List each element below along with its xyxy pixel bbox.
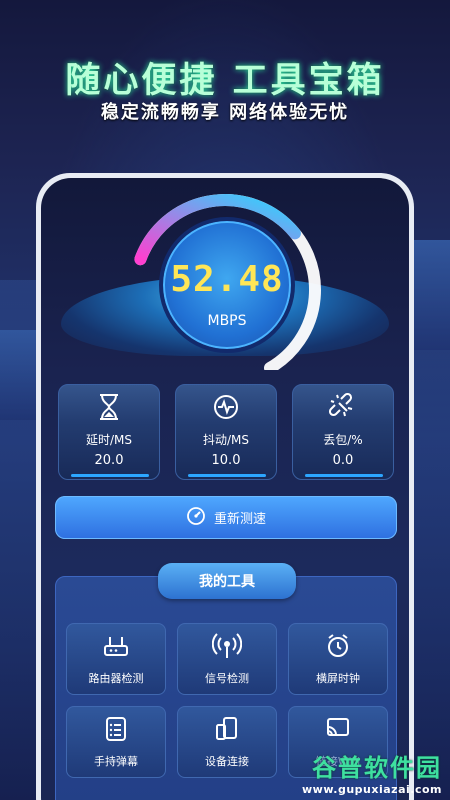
phone-frame: 52.48 MBPS 延时/MS 20.0 抖动/MS 10.0 丢包/% 0.… <box>36 173 414 800</box>
tool-label: 路由器检测 <box>88 672 144 685</box>
stats-row: 延时/MS 20.0 抖动/MS 10.0 丢包/% 0.0 <box>58 384 394 480</box>
stat-label: 抖动/MS <box>202 433 249 447</box>
tool-label: 信号检测 <box>205 672 249 685</box>
stat-bar <box>71 474 149 477</box>
broken-link-icon <box>293 392 393 421</box>
tool-signal-check[interactable]: 信号检测 <box>177 623 277 695</box>
promo-subline: 稳定流畅畅享 网络体验无忧 <box>100 102 350 123</box>
tool-label: 横屏时钟 <box>316 672 360 685</box>
speed-value: 52.48 <box>170 259 284 300</box>
app-screen: 52.48 MBPS 延时/MS 20.0 抖动/MS 10.0 丢包/% 0.… <box>41 178 409 800</box>
alarm-clock-icon <box>289 632 387 660</box>
signal-icon <box>178 632 276 660</box>
retest-label: 重新测速 <box>213 512 266 527</box>
tool-router-check[interactable]: 路由器检测 <box>66 623 166 695</box>
tool-device-connect[interactable]: 设备连接 <box>177 706 277 778</box>
tools-title: 我的工具 <box>158 563 296 599</box>
watermark-title: 谷普软件园 <box>312 754 442 782</box>
cast-icon <box>289 715 387 743</box>
speed-display: 52.48 MBPS <box>159 217 295 353</box>
tool-label: 手持弹幕 <box>94 755 138 768</box>
speedometer-icon <box>186 506 206 530</box>
tool-handheld-marquee[interactable]: 手持弹幕 <box>66 706 166 778</box>
stat-packet-loss: 丢包/% 0.0 <box>292 384 394 480</box>
stat-bar <box>305 474 383 477</box>
speed-unit: MBPS <box>207 313 247 329</box>
tool-label: 设备连接 <box>205 755 249 768</box>
stat-value: 20.0 <box>94 453 124 468</box>
list-icon <box>67 715 165 743</box>
stat-label: 延时/MS <box>85 433 132 447</box>
stat-value: 0.0 <box>332 453 354 468</box>
jitter-icon <box>176 393 276 421</box>
watermark-url: www.gupuxiazai.com <box>302 783 442 796</box>
stat-label: 丢包/% <box>323 433 363 447</box>
watermark: 谷普软件园 www.gupuxiazai.com <box>302 748 442 796</box>
stat-latency: 延时/MS 20.0 <box>58 384 160 480</box>
tool-landscape-clock[interactable]: 横屏时钟 <box>288 623 388 695</box>
hourglass-icon <box>59 393 159 421</box>
stat-value: 10.0 <box>211 453 241 468</box>
retest-button[interactable]: 重新测速 <box>55 496 397 539</box>
stat-jitter: 抖动/MS 10.0 <box>175 384 277 480</box>
device-connect-icon <box>178 715 276 743</box>
promo-headline: 随心便捷 工具宝箱 <box>65 61 385 101</box>
router-icon <box>67 632 165 660</box>
stat-bar <box>188 474 266 477</box>
